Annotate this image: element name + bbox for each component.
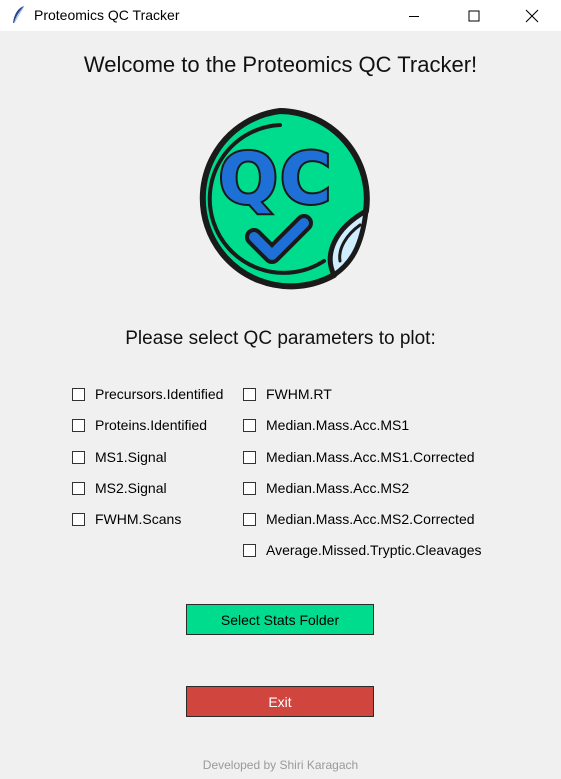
checkbox-box[interactable] bbox=[243, 512, 256, 526]
select-stats-folder-button[interactable]: Select Stats Folder bbox=[186, 604, 374, 635]
exit-button[interactable]: Exit bbox=[186, 686, 374, 717]
checkbox-box[interactable] bbox=[72, 481, 85, 495]
checkbox-box[interactable] bbox=[72, 418, 85, 432]
checkbox-box[interactable] bbox=[243, 481, 256, 495]
checkbox-label: MS2.Signal bbox=[95, 480, 167, 496]
checkbox-median-mass-acc-ms1-corrected[interactable]: Median.Mass.Acc.MS1.Corrected bbox=[243, 447, 475, 467]
checkbox-box[interactable] bbox=[243, 387, 256, 401]
checkbox-median-mass-acc-ms2[interactable]: Median.Mass.Acc.MS2 bbox=[243, 478, 409, 498]
checkbox-label: Average.Missed.Tryptic.Cleavages bbox=[266, 542, 482, 558]
checkbox-box[interactable] bbox=[243, 543, 256, 557]
checkbox-label: Median.Mass.Acc.MS1 bbox=[266, 417, 410, 433]
feather-icon bbox=[13, 6, 25, 24]
checkbox-box[interactable] bbox=[72, 450, 85, 464]
checkbox-precursors-identified[interactable]: Precursors.Identified bbox=[72, 384, 223, 404]
checkbox-median-mass-acc-ms1[interactable]: Median.Mass.Acc.MS1 bbox=[243, 415, 409, 435]
svg-text:QC: QC bbox=[219, 138, 334, 220]
checkbox-label: Median.Mass.Acc.MS2.Corrected bbox=[266, 511, 475, 527]
checkbox-box[interactable] bbox=[72, 387, 85, 401]
checkbox-proteins-identified[interactable]: Proteins.Identified bbox=[72, 415, 207, 435]
close-icon bbox=[525, 9, 539, 22]
checkbox-fwhm-rt[interactable]: FWHM.RT bbox=[243, 384, 332, 404]
maximize-button[interactable] bbox=[451, 0, 497, 31]
checkbox-fwhm-scans[interactable]: FWHM.Scans bbox=[72, 509, 181, 529]
checkbox-label: Proteins.Identified bbox=[95, 417, 208, 433]
checkbox-average-missed-tryptic-cleavages[interactable]: Average.Missed.Tryptic.Cleavages bbox=[243, 540, 482, 560]
checkbox-ms1-signal[interactable]: MS1.Signal bbox=[72, 447, 167, 467]
checkbox-label: FWHM.RT bbox=[266, 386, 332, 402]
checkbox-box[interactable] bbox=[243, 418, 256, 432]
checkbox-box[interactable] bbox=[243, 450, 256, 464]
select-parameters-prompt: Please select QC parameters to plot: bbox=[125, 328, 436, 349]
checkbox-box[interactable] bbox=[72, 512, 85, 526]
checkbox-label: Median.Mass.Acc.MS2 bbox=[266, 480, 410, 496]
welcome-heading: Welcome to the Proteomics QC Tracker! bbox=[83, 52, 478, 77]
developer-credit: Developed by Shiri Karagach bbox=[202, 758, 359, 772]
checkbox-label: Precursors.Identified bbox=[95, 386, 224, 402]
checkbox-label: MS1.Signal bbox=[95, 449, 167, 465]
qc-sticker-checkmark-icon: QC bbox=[199, 108, 370, 290]
maximize-icon bbox=[468, 10, 480, 21]
minimize-button[interactable] bbox=[391, 0, 437, 31]
checkbox-ms2-signal[interactable]: MS2.Signal bbox=[72, 478, 167, 498]
close-button[interactable] bbox=[509, 0, 555, 31]
minimize-icon bbox=[409, 15, 419, 17]
checkbox-label: FWHM.Scans bbox=[95, 511, 182, 527]
checkbox-median-mass-acc-ms2-corrected[interactable]: Median.Mass.Acc.MS2.Corrected bbox=[243, 509, 475, 529]
window-title: Proteomics QC Tracker bbox=[34, 7, 180, 23]
title-bar: Proteomics QC Tracker bbox=[0, 0, 561, 31]
checkbox-label: Median.Mass.Acc.MS1.Corrected bbox=[266, 449, 475, 465]
